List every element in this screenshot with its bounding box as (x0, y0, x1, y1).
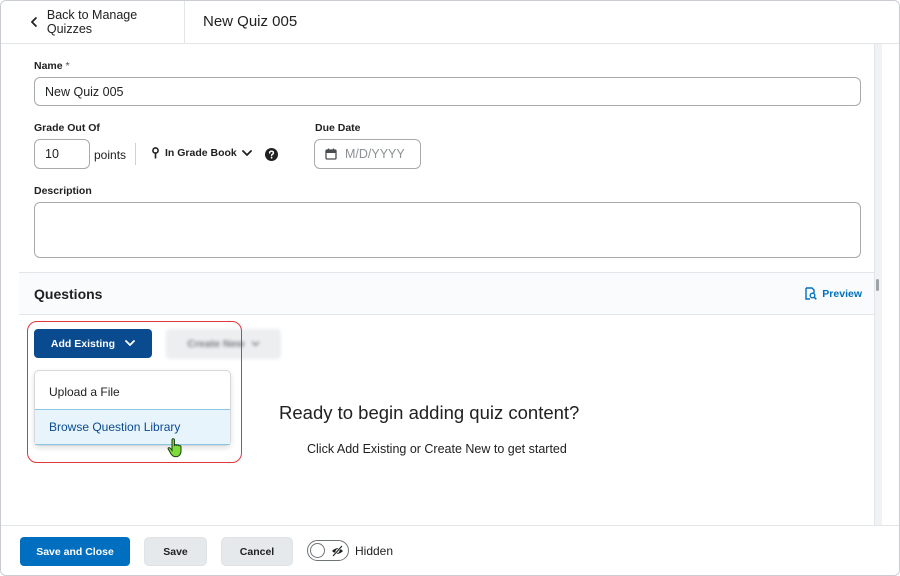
save-and-close-button[interactable]: Save and Close (20, 537, 130, 566)
hand-cursor-icon (167, 438, 182, 458)
due-date-label: Due Date (315, 122, 361, 134)
grade-out-of-label: Grade Out Of (34, 122, 100, 134)
description-input[interactable] (34, 202, 861, 258)
page-title: New Quiz 005 (203, 13, 298, 30)
due-date-placeholder: M/D/YYYY (345, 147, 405, 161)
chevron-down-icon (251, 341, 260, 347)
visibility-label: Hidden (355, 544, 394, 558)
grade-book-label: In Grade Book (165, 147, 237, 159)
quiz-editor-window: Back to Manage Quizzes New Quiz 005 Name… (0, 0, 900, 576)
help-icon[interactable] (265, 148, 278, 161)
chevron-down-icon (241, 149, 252, 156)
divider (135, 143, 136, 165)
preview-label: Preview (822, 287, 862, 300)
back-link-label: Back to Manage Quizzes (46, 8, 138, 36)
footer-bar (1, 525, 899, 575)
grade-book-dropdown[interactable]: In Grade Book (151, 147, 252, 159)
highlight-outline (27, 321, 242, 463)
questions-header: Questions Preview (19, 272, 874, 315)
preview-icon (805, 287, 818, 300)
empty-state-subtitle: Click Add Existing or Create New to get … (307, 442, 567, 456)
eye-slash-icon (332, 545, 343, 557)
cancel-button[interactable]: Cancel (221, 537, 293, 566)
page-header: Back to Manage Quizzes New Quiz 005 (1, 1, 899, 44)
points-label: points (94, 148, 127, 162)
name-label-text: Name (34, 60, 63, 72)
name-label: Name * (34, 60, 70, 72)
visibility-toggle[interactable] (307, 540, 349, 561)
name-input[interactable]: New Quiz 005 (34, 77, 861, 106)
scrollbar-thumb[interactable] (876, 279, 879, 291)
grade-input[interactable]: 10 (34, 139, 90, 169)
required-mark: * (65, 60, 70, 72)
empty-state-title: Ready to begin adding quiz content? (279, 402, 580, 423)
questions-title: Questions (34, 286, 103, 302)
toggle-knob (310, 543, 325, 558)
chevron-left-icon (31, 17, 37, 27)
save-button[interactable]: Save (144, 537, 207, 566)
preview-link[interactable]: Preview (804, 287, 862, 300)
calendar-icon (325, 148, 337, 160)
map-pin-icon (152, 147, 159, 159)
description-label: Description (34, 185, 92, 197)
due-date-input[interactable]: M/D/YYYY (314, 139, 421, 169)
back-to-manage-quizzes-link[interactable]: Back to Manage Quizzes (19, 1, 185, 43)
